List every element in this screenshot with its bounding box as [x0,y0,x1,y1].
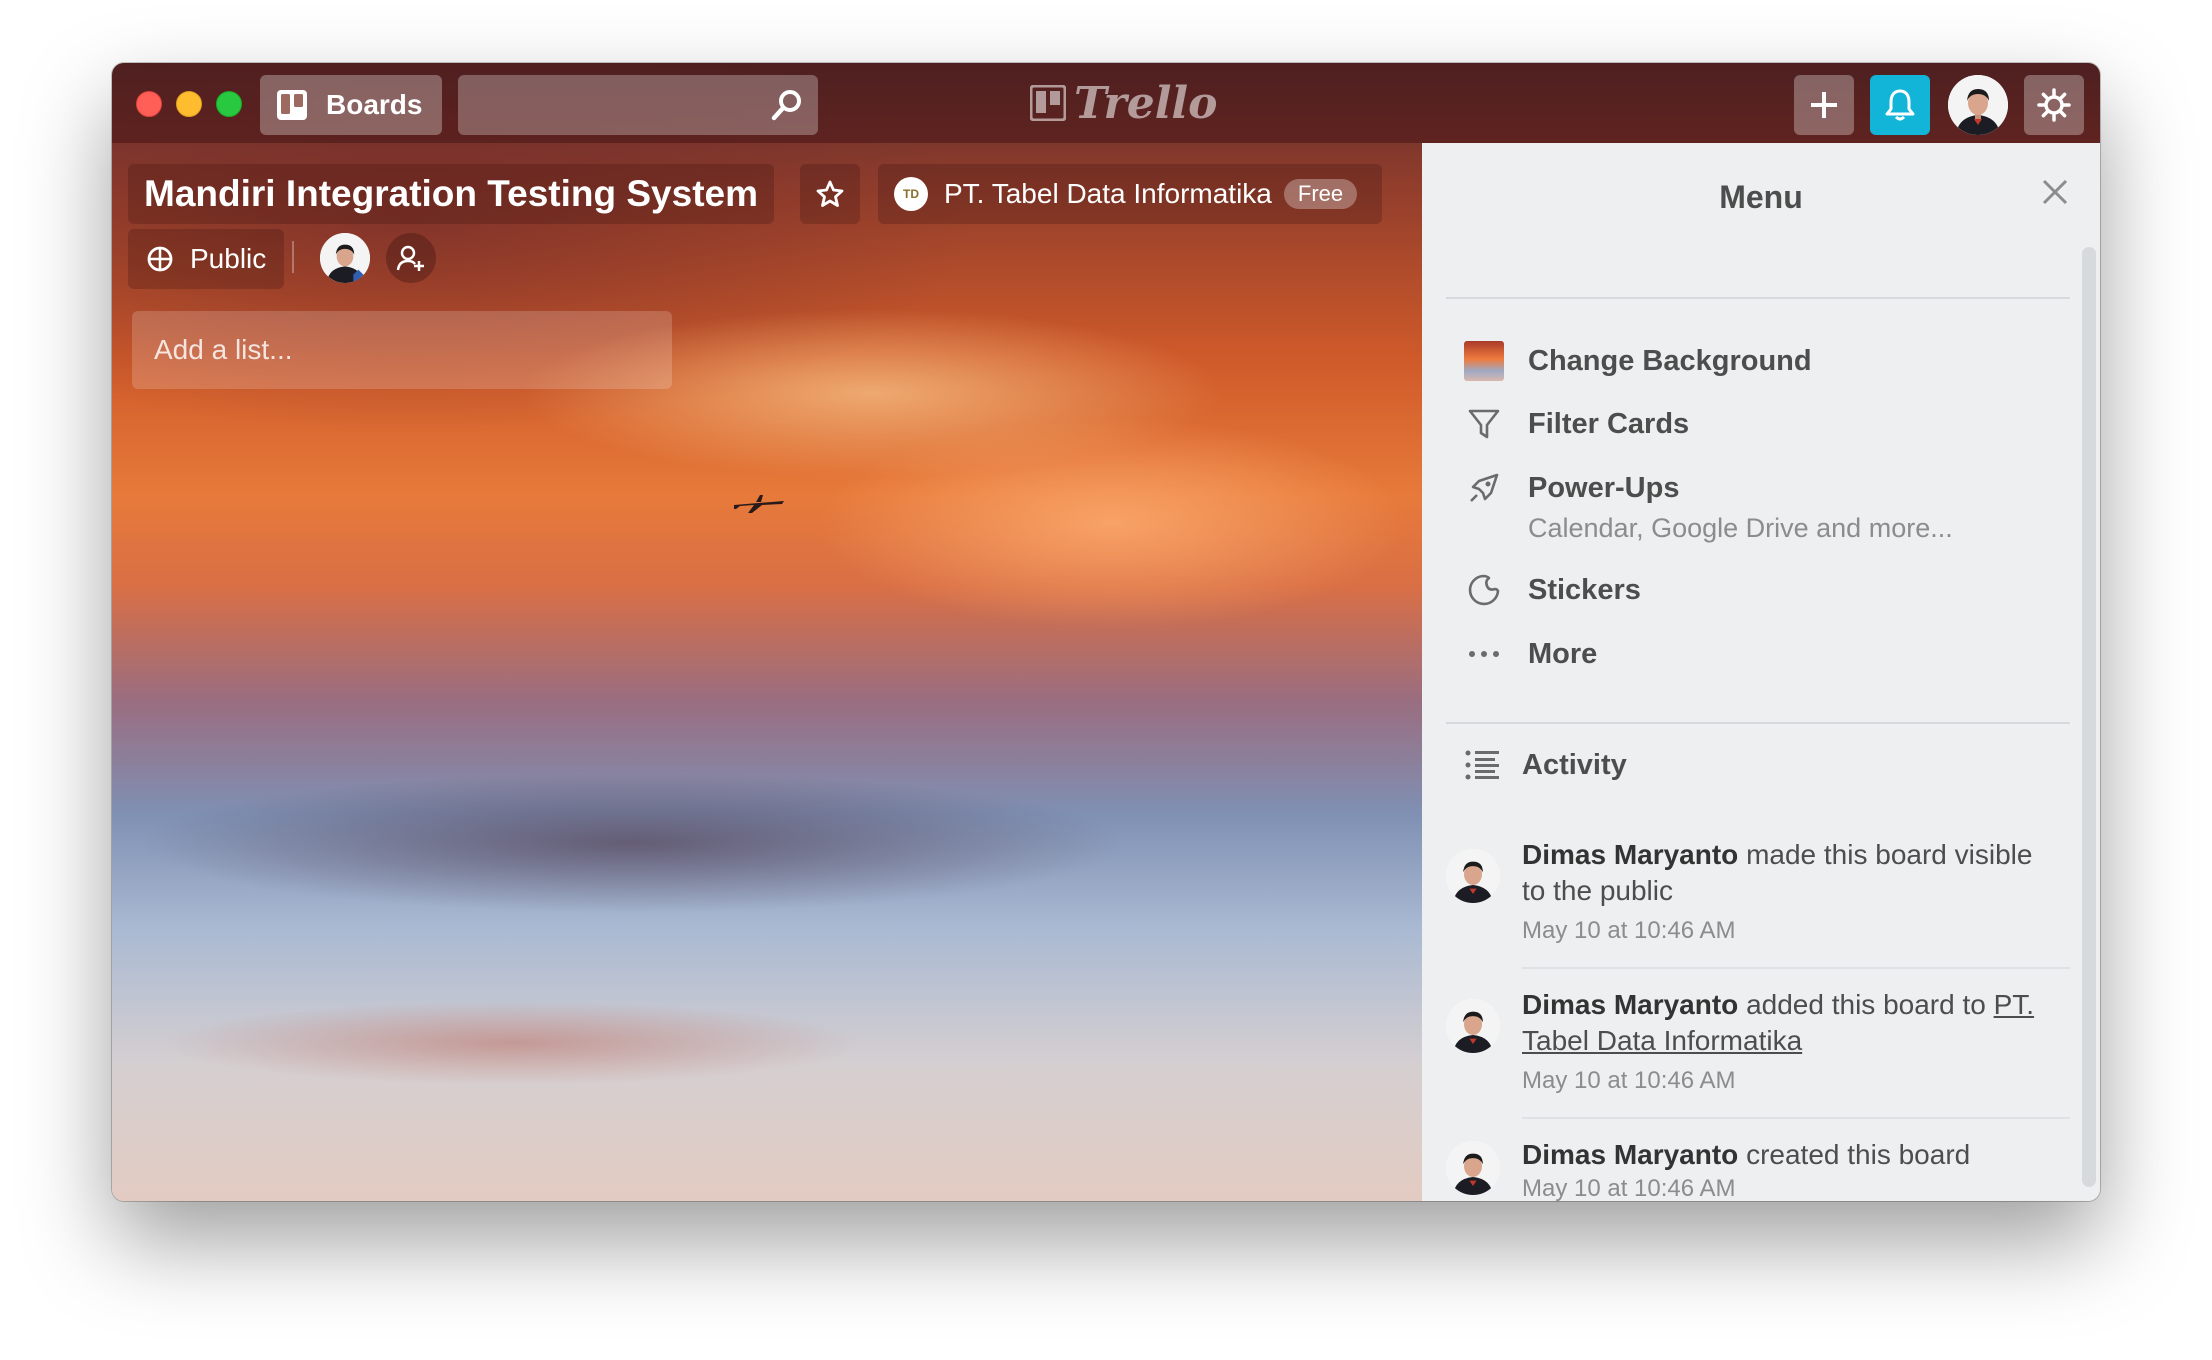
organization-button[interactable]: TD PT. Tabel Data Informatika Free [878,164,1382,224]
activity-avatar[interactable] [1446,849,1500,903]
airplane-silhouette [732,493,786,520]
activity-avatar[interactable] [1446,1141,1500,1195]
window-close-button[interactable] [136,91,162,117]
rocket-icon [1464,468,1504,508]
activity-date[interactable]: May 10 at 10:46 AM [1522,917,1735,945]
add-member-icon [396,245,424,271]
activity-user[interactable]: Dimas Maryanto [1522,1139,1738,1170]
menu-item-stickers[interactable]: Stickers [1422,565,2062,615]
menu-item-label: Stickers [1528,573,1641,606]
activity-avatar-image [1446,999,1500,1053]
settings-button[interactable] [2024,75,2084,135]
member-avatar-image [320,233,370,283]
star-icon [816,180,844,207]
activity-avatar-image [1446,849,1500,903]
activity-avatar[interactable] [1446,999,1500,1053]
board-title[interactable]: Mandiri Integration Testing System [128,164,775,224]
activity-divider [1522,967,2070,969]
menu-divider [1446,722,2070,724]
menu-divider [1446,297,2070,299]
close-icon [2042,179,2068,205]
boards-button[interactable]: Boards [260,75,442,135]
menu-item-power-ups[interactable]: Power-Ups [1422,463,2062,513]
activity-title: Activity [1522,749,1627,781]
activity-avatar-image [1446,1141,1500,1195]
trello-logo[interactable]: Trello [1030,77,1218,129]
window-minimize-button[interactable] [176,91,202,117]
activity-list-icon [1465,750,1499,780]
plan-badge: Free [1283,179,1358,209]
power-ups-description: Calendar, Google Drive and more... [1528,513,1953,543]
menu-title: Menu [1719,179,1803,215]
add-button[interactable] [1794,75,1854,135]
visibility-label: Public [190,243,267,274]
menu-item-more[interactable]: More [1422,629,2062,679]
invite-member-button[interactable] [386,233,436,283]
window-zoom-button[interactable] [216,91,242,117]
filter-icon [1464,404,1504,444]
plus-icon [1811,92,1837,118]
sticker-icon [1464,570,1504,610]
activity-user[interactable]: Dimas Maryanto [1522,989,1738,1020]
logo-text: Trello [1074,77,1218,129]
organization-name: PT. Tabel Data Informatika [944,178,1272,209]
activity-date[interactable]: May 10 at 10:46 AM [1522,1067,1735,1095]
visibility-button[interactable]: Public [128,229,284,289]
search-input[interactable] [458,75,818,135]
activity-date[interactable]: May 10 at 10:46 AM [1522,1175,1735,1201]
globe-icon [147,246,173,272]
menu-item-label: Change Background [1528,344,1812,377]
menu-item-label: More [1528,637,1598,670]
board-member-avatar[interactable] [320,233,370,283]
user-avatar-image [1948,75,2008,135]
user-avatar[interactable] [1948,75,2008,135]
trello-logo-icon [1030,85,1066,121]
boards-label: Boards [326,89,423,120]
menu-item-label: Power-Ups [1528,471,1680,504]
boards-icon [277,90,307,120]
activity-text: Dimas Maryanto added this board to PT. T… [1522,987,2042,1059]
activity-divider [1522,1117,2070,1119]
add-list-input[interactable]: Add a list... [132,311,672,389]
activity-user[interactable]: Dimas Maryanto [1522,839,1738,870]
more-icon [1464,634,1504,674]
app-window: Boards Trello Mandiri Integration Testin… [112,63,2100,1201]
star-board-button[interactable] [800,164,860,224]
activity-text: Dimas Maryanto created this board [1522,1137,2042,1173]
close-menu-button[interactable] [2040,177,2070,212]
organization-logo-icon: TD [894,177,928,211]
background-thumbnail-icon [1464,341,1504,381]
notifications-button[interactable] [1870,75,1930,135]
activity-description: created this board [1738,1139,1971,1170]
bell-icon [1885,89,1915,121]
menu-item-label: Filter Cards [1528,407,1690,440]
board-menu-panel: Menu Change Background Filter Cards Powe… [1422,143,2100,1201]
gear-icon [2037,88,2071,122]
menu-scrollbar[interactable] [2082,247,2096,1187]
top-bar: Boards Trello [112,63,2100,143]
activity-text: Dimas Maryanto made this board visible t… [1522,837,2042,909]
activity-header: Activity [1422,743,2062,793]
header-divider [292,241,294,273]
search-icon [771,90,801,121]
menu-item-filter-cards[interactable]: Filter Cards [1422,399,2062,449]
activity-description: added this board to [1738,989,1994,1020]
menu-item-change-background[interactable]: Change Background [1422,336,2062,386]
